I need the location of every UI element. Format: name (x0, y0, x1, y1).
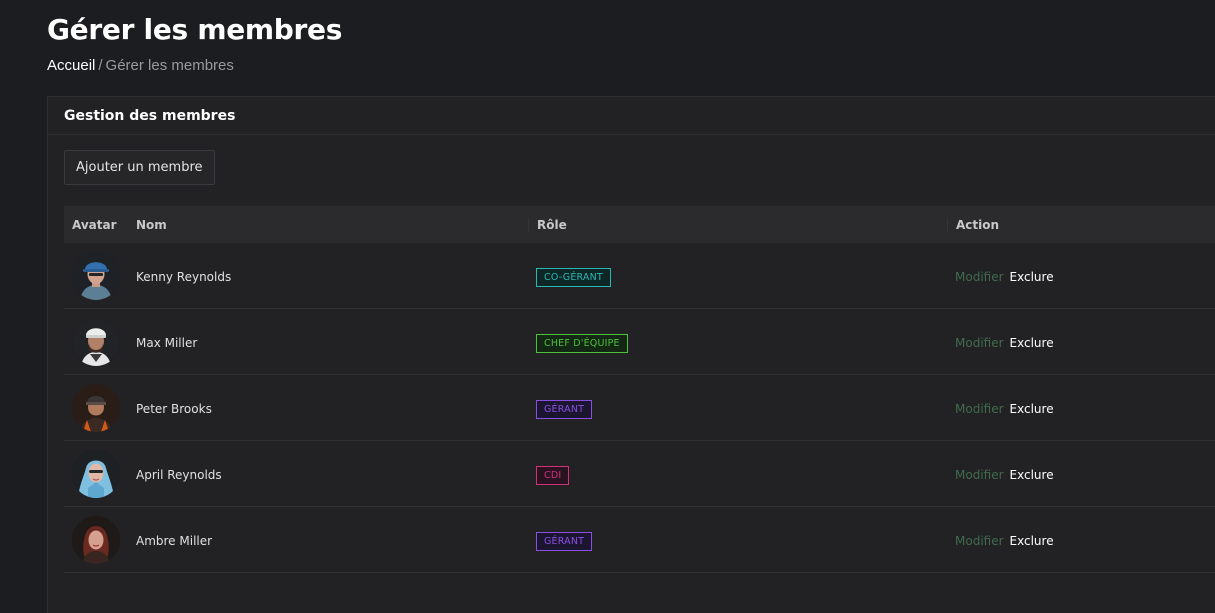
avatar-blue-cap-icon (72, 251, 120, 300)
members-card: Gestion des membres Ajouter un membre Av… (47, 96, 1215, 613)
member-name: Ambre Miller (136, 534, 213, 548)
breadcrumb-home-link[interactable]: Accueil (47, 57, 95, 74)
avatar-blue-hood-icon (72, 449, 120, 498)
members-table: Avatar Nom Rôle Action Kenny Reynolds CO… (64, 206, 1215, 573)
breadcrumb: Accueil / Gérer les membres (47, 57, 234, 74)
card-header: Gestion des membres (48, 97, 1215, 135)
modify-link[interactable]: Modifier (955, 336, 1004, 350)
modify-link[interactable]: Modifier (955, 468, 1004, 482)
column-header-name: Nom (136, 217, 167, 232)
column-header-avatar: Avatar (72, 217, 117, 232)
table-row: Kenny Reynolds CO-GÉRANT Modifier Exclure (64, 243, 1215, 309)
member-name: Max Miller (136, 336, 198, 350)
exclude-link[interactable]: Exclure (1010, 270, 1054, 284)
exclude-link[interactable]: Exclure (1010, 534, 1054, 548)
role-badge: GÉRANT (536, 531, 593, 551)
breadcrumb-current: Gérer les membres (105, 57, 234, 74)
table-row: Max Miller CHEF D'ÉQUIPE Modifier Exclure (64, 309, 1215, 375)
modify-link[interactable]: Modifier (955, 534, 1004, 548)
role-badge: CDI (536, 465, 570, 485)
page-title: Gérer les membres (47, 13, 343, 46)
table-row: Peter Brooks GÉRANT Modifier Exclure (64, 375, 1215, 441)
member-name: Kenny Reynolds (136, 270, 232, 284)
avatar-red-hair-icon (72, 515, 120, 564)
exclude-link[interactable]: Exclure (1010, 336, 1054, 350)
modify-link[interactable]: Modifier (955, 402, 1004, 416)
member-name: April Reynolds (136, 468, 222, 482)
role-badge: CHEF D'ÉQUIPE (536, 333, 628, 353)
column-header-role: Rôle (528, 217, 947, 232)
breadcrumb-separator: / (98, 57, 103, 74)
table-row: April Reynolds CDI Modifier Exclure (64, 441, 1215, 507)
column-header-action: Action (947, 217, 1215, 232)
exclude-link[interactable]: Exclure (1010, 402, 1054, 416)
role-badge: CO-GÉRANT (536, 267, 611, 287)
exclude-link[interactable]: Exclure (1010, 468, 1054, 482)
role-badge: GÉRANT (536, 399, 593, 419)
avatar-white-cap-icon (72, 317, 120, 366)
add-member-button[interactable]: Ajouter un membre (64, 150, 215, 185)
page: Gérer les membres Accueil / Gérer les memb… (0, 0, 1215, 613)
member-name: Peter Brooks (136, 402, 212, 416)
modify-link[interactable]: Modifier (955, 270, 1004, 284)
table-header: Avatar Nom Rôle Action (64, 206, 1215, 243)
avatar-bandana-icon (72, 383, 120, 432)
table-row: Ambre Miller GÉRANT Modifier Exclure (64, 507, 1215, 573)
card-title: Gestion des membres (64, 107, 236, 124)
